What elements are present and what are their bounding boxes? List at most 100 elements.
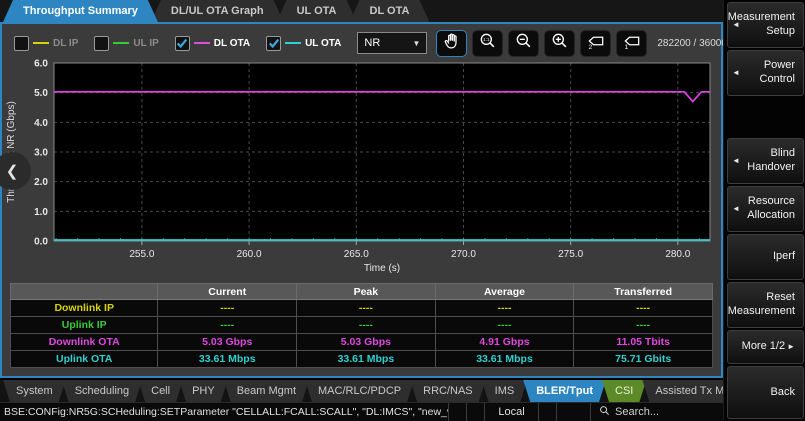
- search-box[interactable]: Search...: [590, 403, 723, 421]
- svg-text:Time (s): Time (s): [364, 263, 400, 274]
- row-value: 5.03 Gbps: [297, 334, 436, 351]
- category-tab-phy[interactable]: PHY: [179, 380, 228, 402]
- graph-tab-dl-ul-ota-graph[interactable]: DL/UL OTA Graph: [151, 0, 284, 22]
- row-value: ----: [297, 317, 436, 334]
- row-value: 75.71 Gbits: [574, 351, 713, 368]
- hand-icon: [442, 31, 462, 56]
- row-value: ----: [158, 300, 297, 317]
- graph-tab-throughput-summary[interactable]: Throughput Summary: [3, 0, 158, 22]
- legend-checkbox[interactable]: [175, 36, 190, 51]
- search-label: Search...: [615, 406, 659, 418]
- status-cell-1: [448, 403, 466, 421]
- zoom-1to1-button[interactable]: 1:1: [472, 30, 503, 57]
- row-label: Downlink OTA: [11, 334, 158, 351]
- category-tab-bar: SystemSchedulingCellPHYBeam MgmtMAC/RLC/…: [0, 380, 723, 402]
- legend-line-swatch: [33, 42, 49, 44]
- marker-1-button[interactable]: 1: [616, 30, 647, 57]
- graph-tab-dl-ota[interactable]: DL OTA: [350, 0, 430, 22]
- row-value: 5.03 Gbps: [158, 334, 297, 351]
- legend-checkbox[interactable]: [94, 36, 109, 51]
- row-value: 33.61 Mbps: [297, 351, 436, 368]
- softkey-resource-allocation[interactable]: ◄Resource Allocation: [727, 186, 804, 232]
- table-row-downlink-ip: Downlink IP----------------: [11, 300, 713, 317]
- legend-item-dl-ip: DL IP: [14, 36, 78, 51]
- zoom-out-button[interactable]: [508, 30, 539, 57]
- softkey-label: Reset Measurement: [728, 291, 795, 319]
- legend-line-swatch: [113, 42, 129, 44]
- svg-text:0.0: 0.0: [34, 237, 48, 248]
- svg-text:3.0: 3.0: [34, 148, 48, 159]
- row-value: ----: [158, 317, 297, 334]
- legend-checkbox[interactable]: [14, 36, 29, 51]
- softkey-label: Blind Handover: [740, 147, 795, 175]
- row-value: 33.61 Mbps: [435, 351, 574, 368]
- status-cell-3: [538, 403, 556, 421]
- row-value: ----: [435, 317, 574, 334]
- zoom-in-button[interactable]: [544, 30, 575, 57]
- softkey-iperf[interactable]: Iperf: [727, 234, 804, 280]
- category-tab-ims[interactable]: IMS: [482, 380, 528, 402]
- legend-label: UL OTA: [305, 38, 341, 49]
- marker-2-button[interactable]: 2: [580, 30, 611, 57]
- row-value: 11.05 Tbits: [574, 334, 713, 351]
- throughput-table: CurrentPeakAverageTransferred Downlink I…: [10, 283, 713, 368]
- legend-checkbox[interactable]: [266, 36, 281, 51]
- svg-text:6.0: 6.0: [34, 59, 48, 70]
- table-row-uplink-ip: Uplink IP----------------: [11, 317, 713, 334]
- legend-toolbar: DL IP UL IP DL OTA UL OTA NR ▼: [14, 28, 718, 58]
- category-tab-csi[interactable]: CSI: [602, 380, 646, 402]
- pan-tool-button[interactable]: [436, 30, 467, 57]
- zoom-1to1-icon: 1:1: [478, 31, 498, 56]
- status-bar: BSE:CONFig:NR5G:SCHeduling:SETParameter …: [0, 402, 723, 421]
- svg-text:1: 1: [624, 43, 628, 50]
- category-tab-scheduling[interactable]: Scheduling: [62, 380, 142, 402]
- svg-text:260.0: 260.0: [237, 249, 262, 260]
- marker-1-icon: 1: [621, 31, 643, 56]
- softkey-blind-handover[interactable]: ◄Blind Handover: [727, 138, 804, 184]
- mode-indicator: Local: [484, 403, 538, 421]
- row-value: ----: [574, 300, 713, 317]
- svg-text:1:1: 1:1: [483, 37, 490, 42]
- softkey-label: Resource Allocation: [740, 195, 795, 223]
- legend-item-ul-ip: UL IP: [94, 36, 158, 51]
- softkey-measurement-setup[interactable]: ◄Measurement Setup: [727, 2, 804, 48]
- category-tab-cell[interactable]: Cell: [138, 380, 183, 402]
- legend-item-ul-ota: UL OTA: [266, 36, 341, 51]
- svg-text:265.0: 265.0: [344, 249, 369, 260]
- svg-text:270.0: 270.0: [451, 249, 476, 260]
- category-tab-rrc-nas[interactable]: RRC/NAS: [410, 380, 486, 402]
- category-tab-system[interactable]: System: [3, 380, 66, 402]
- marker-2-icon: 2: [585, 31, 607, 56]
- category-tab-bler-tput[interactable]: BLER/Tput: [523, 380, 606, 402]
- softkey-more-1-2[interactable]: More 1/2►: [727, 330, 804, 364]
- table-row-uplink-ota: Uplink OTA33.61 Mbps33.61 Mbps33.61 Mbps…: [11, 351, 713, 368]
- category-tab-beam-mgmt[interactable]: Beam Mgmt: [224, 380, 309, 402]
- chevron-down-icon: ▼: [412, 39, 420, 48]
- row-label: Uplink OTA: [11, 351, 158, 368]
- softkey-power-control[interactable]: ◄Power Control: [727, 50, 804, 96]
- chevron-left-icon: ◄: [732, 156, 740, 166]
- legend-line-swatch: [194, 42, 210, 44]
- legend-items: DL IP UL IP DL OTA UL OTA: [14, 36, 357, 51]
- row-value: 4.91 Gbps: [435, 334, 574, 351]
- table-header-cell: Transferred: [574, 284, 713, 300]
- technology-select[interactable]: NR ▼: [357, 32, 427, 54]
- svg-text:5.0: 5.0: [34, 88, 48, 99]
- legend-line-swatch: [285, 42, 301, 44]
- svg-text:275.0: 275.0: [558, 249, 583, 260]
- category-tab-mac-rlc-pdcp[interactable]: MAC/RLC/PDCP: [305, 380, 414, 402]
- zoom-out-icon: [514, 31, 534, 56]
- table-header-cell: [11, 284, 158, 300]
- svg-text:280.0: 280.0: [665, 249, 690, 260]
- row-label: Uplink IP: [11, 317, 158, 334]
- table-header-cell: Average: [435, 284, 574, 300]
- legend-label: DL OTA: [214, 38, 250, 49]
- softkey-back[interactable]: Back: [727, 366, 804, 419]
- legend-item-dl-ota: DL OTA: [175, 36, 250, 51]
- graph-tab-ul-ota[interactable]: UL OTA: [277, 0, 357, 22]
- table-row-downlink-ota: Downlink OTA5.03 Gbps5.03 Gbps4.91 Gbps1…: [11, 334, 713, 351]
- row-value: 33.61 Mbps: [158, 351, 297, 368]
- throughput-chart[interactable]: 0.01.02.03.04.05.06.0255.0260.0265.0270.…: [4, 59, 718, 279]
- svg-text:2: 2: [588, 43, 592, 50]
- softkey-reset-measurement[interactable]: Reset Measurement: [727, 282, 804, 328]
